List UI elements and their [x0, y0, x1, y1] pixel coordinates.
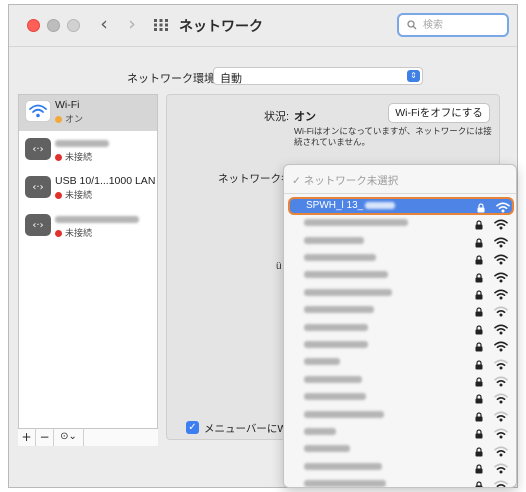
search-icon — [407, 20, 417, 30]
remove-service-button[interactable]: − — [36, 429, 54, 446]
network-name-obscured — [304, 252, 376, 263]
network-name-dropdown: ✓ ネットワーク未選択 SPWH_l 13_ — [283, 164, 517, 488]
network-name-obscured — [304, 322, 368, 333]
network-item[interactable] — [288, 371, 514, 389]
turn-wifi-off-button[interactable]: Wi-Fiをオフにする — [388, 103, 490, 123]
location-label: ネットワーク環境: — [127, 73, 219, 85]
ethernet-icon: ‹·› — [25, 214, 51, 236]
svg-text:‹·›: ‹·› — [32, 144, 43, 155]
service-item-wifi[interactable]: Wi-Fi オン — [19, 95, 157, 131]
service-name-obscured — [55, 137, 109, 149]
menu-separator — [284, 193, 516, 194]
network-name-obscured — [304, 391, 366, 402]
service-name-obscured — [55, 213, 139, 225]
minimize-window-button[interactable] — [47, 19, 60, 32]
service-list: Wi-Fi オン ‹·› 未接続 ‹·› USB 10/1...1000 LAN… — [18, 94, 158, 440]
show-in-menubar-label: メニューバーにWi — [204, 423, 290, 435]
network-item[interactable] — [288, 423, 514, 441]
service-name: USB 10/1...1000 LAN — [55, 175, 156, 187]
service-actions-button[interactable]: ⊙⌄ — [54, 429, 84, 446]
service-status: 未接続 — [55, 188, 92, 201]
show-all-grid-icon[interactable] — [153, 18, 169, 32]
network-item[interactable] — [288, 354, 514, 372]
network-item[interactable] — [288, 406, 514, 424]
close-window-button[interactable] — [27, 19, 40, 32]
network-item[interactable] — [288, 267, 514, 285]
network-item[interactable] — [288, 441, 514, 459]
network-name-obscured — [304, 339, 368, 350]
svg-text:‹·›: ‹·› — [32, 182, 43, 193]
network-name-obscured — [304, 217, 408, 228]
network-name-obscured — [304, 374, 362, 385]
service-item-ethernet[interactable]: ‹·› 未接続 — [19, 133, 157, 169]
ethernet-icon: ‹·› — [25, 176, 51, 198]
network-name-obscured — [304, 409, 384, 420]
network-name-obscured — [304, 478, 386, 487]
svg-text:‹·›: ‹·› — [32, 220, 43, 231]
status-dot-icon — [55, 192, 62, 199]
window-title: ネットワーク — [179, 18, 263, 34]
network-item[interactable] — [288, 458, 514, 476]
network-name-obscured — [304, 235, 364, 246]
show-in-menubar-checkbox[interactable]: ✓ — [186, 421, 199, 434]
service-name: Wi-Fi — [55, 99, 80, 111]
forward-arrow-icon[interactable]: › — [121, 14, 143, 36]
network-item[interactable] — [288, 284, 514, 302]
status-dot-icon — [55, 230, 62, 237]
network-item[interactable] — [288, 336, 514, 354]
wifi-icon — [25, 100, 51, 122]
service-status: オン — [55, 112, 83, 125]
service-list-toolbar: + − ⊙⌄ — [18, 428, 158, 446]
search-input[interactable] — [423, 17, 503, 33]
zoom-window-button[interactable] — [67, 19, 80, 32]
status-description: Wi-Fiはオンになっていますが、ネットワークには接続されていません。 — [294, 126, 492, 147]
network-name-obscured — [304, 357, 340, 368]
network-item[interactable] — [288, 301, 514, 319]
network-name-obscured — [304, 287, 392, 298]
lock-icon — [475, 478, 483, 487]
network-item[interactable] — [288, 214, 514, 232]
network-name-label: ネットワーク名 — [218, 173, 292, 185]
network-name: SPWH_l 13_ — [306, 200, 396, 211]
network-name-obscured — [304, 461, 382, 472]
network-name-obscured — [304, 426, 336, 437]
network-item-selected[interactable]: SPWH_l 13_ — [288, 197, 514, 215]
network-item[interactable] — [288, 388, 514, 406]
status-label: 状況: — [264, 111, 290, 123]
wifi-signal-icon — [494, 478, 508, 487]
location-value: 自動 — [220, 73, 242, 85]
network-name-obscured — [304, 304, 374, 315]
service-status: 未接続 — [55, 226, 92, 239]
status-dot-icon — [55, 116, 62, 123]
network-item[interactable] — [288, 249, 514, 267]
network-name-obscured — [304, 270, 388, 281]
status-dot-icon — [55, 154, 62, 161]
chevron-updown-icon: ⇕ — [407, 70, 420, 82]
search-field[interactable] — [397, 13, 509, 37]
network-item[interactable] — [288, 232, 514, 250]
back-arrow-icon[interactable]: ‹ — [93, 14, 115, 36]
partial-label: ü — [276, 261, 282, 272]
location-select[interactable]: 自動 ⇕ — [213, 67, 423, 85]
network-location-row: ネットワーク環境: 自動 ⇕ — [9, 67, 517, 87]
titlebar: ‹ › ネットワーク — [9, 5, 517, 47]
no-network-selected-item[interactable]: ✓ ネットワーク未選択 — [292, 173, 398, 188]
ethernet-icon: ‹·› — [25, 138, 51, 160]
network-name-obscured — [304, 444, 350, 455]
add-service-button[interactable]: + — [18, 429, 36, 446]
service-status: 未接続 — [55, 150, 92, 163]
service-item-usb-lan[interactable]: ‹·› USB 10/1...1000 LAN 未接続 — [19, 171, 157, 207]
network-item[interactable] — [288, 319, 514, 337]
service-item-thunderbolt[interactable]: ‹·› 未接続 — [19, 209, 157, 245]
network-item[interactable] — [288, 475, 514, 487]
status-value: オン — [294, 111, 316, 123]
